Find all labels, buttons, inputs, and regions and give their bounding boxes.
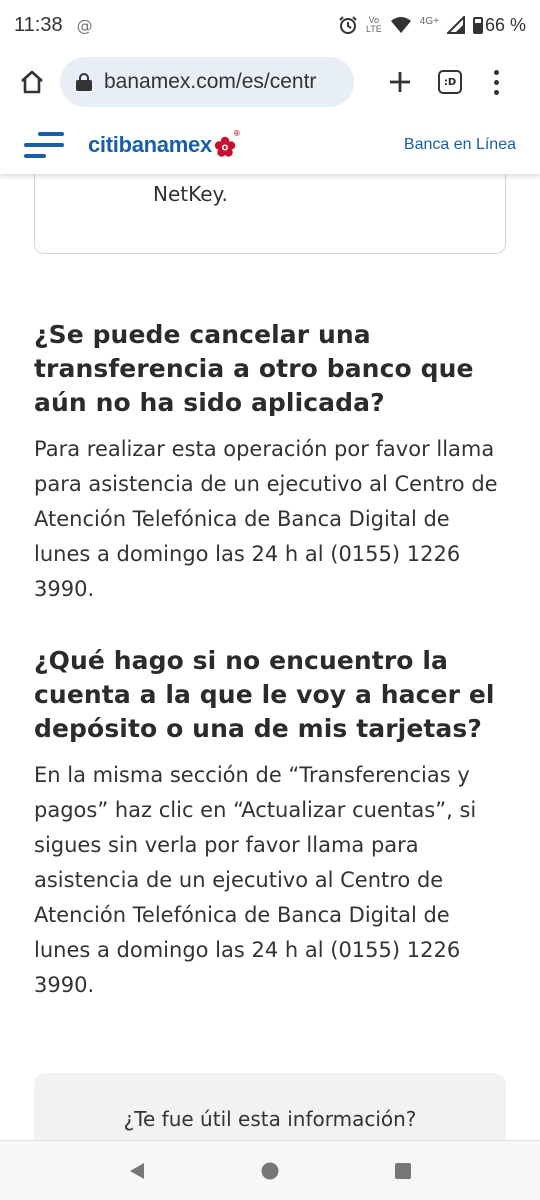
- logo-citi: citi: [88, 132, 119, 157]
- plus-icon: [390, 72, 410, 92]
- wifi-icon: [390, 17, 411, 33]
- browser-toolbar: banamex.com/es/centr :D: [0, 50, 540, 114]
- home-icon: [21, 70, 43, 94]
- faq-answer: Para realizar esta operación por favor l…: [34, 437, 498, 601]
- menu-dot: [493, 89, 499, 95]
- tab-switcher-button[interactable]: :D: [438, 70, 462, 94]
- network-type: 4G+: [419, 15, 439, 27]
- address-bar[interactable]: banamex.com/es/centr: [60, 57, 354, 107]
- status-time: 11:38: [14, 13, 63, 36]
- faq-answer: En la misma sección de “Transferencias y…: [34, 763, 477, 997]
- at-icon: @: [76, 15, 93, 35]
- battery-icon: [472, 16, 483, 34]
- page-content[interactable]: NetKey. ¿Se puede cancelar una transfere…: [0, 116, 540, 1140]
- faq-question: ¿Se puede cancelar una transferencia a o…: [34, 320, 474, 417]
- menu-dot: [493, 69, 499, 75]
- signal-icon: [446, 16, 465, 34]
- alarm-icon: [339, 16, 357, 34]
- hamburger-menu-button[interactable]: [24, 130, 68, 160]
- home-nav-button[interactable]: [250, 1151, 290, 1191]
- system-navigation-bar: [0, 1140, 540, 1200]
- home-button[interactable]: [4, 54, 60, 110]
- back-button[interactable]: [117, 1151, 157, 1191]
- volte-icon: Vo LTE: [365, 15, 382, 34]
- registered-mark: ®: [233, 128, 240, 138]
- faq-item: ¿Se puede cancelar una transferencia a o…: [34, 318, 506, 607]
- feedback-question: ¿Te fue útil esta información?: [123, 1107, 417, 1131]
- faq-item: ¿Qué hago si no encuentro la cuenta a la…: [34, 644, 506, 1003]
- menu-line: [24, 154, 46, 158]
- battery-indicator: 66 %: [472, 14, 526, 36]
- feedback-box: ¿Te fue útil esta información?: [34, 1073, 506, 1140]
- back-triangle-icon: [129, 1162, 144, 1179]
- banamex-flower-icon: [214, 136, 236, 157]
- menu-dot: [493, 79, 499, 85]
- new-tab-button[interactable]: [372, 54, 428, 110]
- battery-level: 66 %: [484, 14, 526, 35]
- status-icons: Vo LTE 4G+ 66 %: [338, 15, 526, 36]
- banca-en-linea-link[interactable]: Banca en Línea: [404, 136, 516, 154]
- tab-count: :D: [443, 76, 457, 88]
- lock-icon: [76, 73, 92, 91]
- home-circle-icon: [261, 1162, 279, 1179]
- logo-banamex: banamex: [118, 132, 213, 157]
- card-text: NetKey.: [153, 182, 228, 206]
- browser-menu-button[interactable]: [476, 54, 516, 110]
- recents-square-icon: [395, 1162, 412, 1179]
- menu-line: [38, 132, 64, 136]
- status-bar: 11:38 @ Vo LTE 4G+ 66 %: [0, 0, 540, 50]
- menu-line: [24, 143, 64, 147]
- recents-button[interactable]: [383, 1151, 423, 1191]
- faq-question: ¿Qué hago si no encuentro la cuenta a la…: [34, 646, 495, 743]
- url-text: banamex.com/es/centr: [104, 70, 317, 93]
- site-header: citi banamex ® Banca en Línea: [0, 116, 540, 174]
- citibanamex-logo[interactable]: citi banamex ®: [88, 128, 240, 158]
